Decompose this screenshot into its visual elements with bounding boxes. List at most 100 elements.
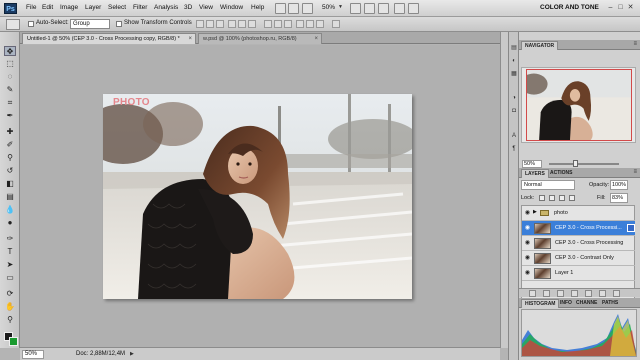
layer-row[interactable]: ◉ CEP 3.0 - Cross Processing <box>522 236 635 251</box>
status-zoom-field[interactable]: 50% <box>22 350 44 359</box>
history-brush-tool-icon[interactable]: ↺ <box>4 166 16 176</box>
tab-paths[interactable]: PATHS <box>599 299 621 308</box>
quick-select-tool-icon[interactable]: ✎ <box>4 85 16 95</box>
distribute-vcenter-icon[interactable] <box>274 20 282 28</box>
layer-mask-icon[interactable] <box>557 290 564 297</box>
show-transform-checkbox[interactable] <box>116 21 122 27</box>
align-left-icon[interactable] <box>228 20 236 28</box>
minimize-button[interactable]: – <box>606 3 615 13</box>
adjustments-panel-icon[interactable]: ◑ <box>510 94 518 103</box>
panel-menu-icon[interactable]: ≡ <box>633 41 637 47</box>
maximize-button[interactable]: □ <box>616 3 625 13</box>
photo-text-layer[interactable]: PHOTO <box>113 97 150 108</box>
distribute-bottom-icon[interactable] <box>284 20 292 28</box>
menu-view[interactable]: View <box>199 4 213 11</box>
navigator-zoom-field[interactable]: 50% <box>522 160 542 168</box>
pen-tool-icon[interactable]: ✑ <box>4 234 16 244</box>
auto-select-dropdown[interactable]: Group <box>70 19 110 29</box>
align-bottom-icon[interactable] <box>216 20 224 28</box>
lock-position-icon[interactable] <box>559 195 565 201</box>
distribute-hcenter-icon[interactable] <box>306 20 314 28</box>
menu-file[interactable]: File <box>26 4 36 11</box>
history-panel-icon[interactable]: ▤ <box>510 44 518 53</box>
panel-menu-icon[interactable]: ≡ <box>633 169 637 175</box>
status-menu-arrow-icon[interactable]: ▶ <box>130 351 134 357</box>
arrange-documents-icon[interactable] <box>394 3 405 14</box>
document-tab-untitled[interactable]: Untitled-1 @ 50% (CEP 3.0 - Cross Proces… <box>22 33 196 44</box>
tab-navigator[interactable]: NAVIGATOR <box>521 41 559 50</box>
type-tool-icon[interactable]: T <box>4 247 16 257</box>
disclosure-triangle-icon[interactable]: ▶ <box>533 209 537 215</box>
menu-edit[interactable]: Edit <box>42 4 53 11</box>
distribute-left-icon[interactable] <box>296 20 304 28</box>
new-layer-icon[interactable] <box>599 290 606 297</box>
align-hcenter-icon[interactable] <box>238 20 246 28</box>
clone-stamp-tool-icon[interactable]: ⚲ <box>4 153 16 163</box>
blend-mode-dropdown[interactable]: Normal <box>521 180 575 190</box>
opacity-field[interactable]: 100% <box>610 180 628 190</box>
move-tool-preset-icon[interactable] <box>6 19 20 30</box>
eye-icon[interactable]: ◉ <box>524 270 531 276</box>
gradient-tool-icon[interactable]: ▤ <box>4 192 16 202</box>
path-selection-tool-icon[interactable]: ➤ <box>4 260 16 270</box>
adjustment-layer-icon[interactable] <box>571 290 578 297</box>
canvas-scrollbar[interactable] <box>500 32 508 348</box>
close-icon[interactable]: × <box>314 34 318 45</box>
tab-layers[interactable]: LAYERS <box>521 169 549 178</box>
swatches-panel-icon[interactable]: ▦ <box>510 70 518 79</box>
view-extras-icon[interactable] <box>302 3 313 14</box>
blur-tool-icon[interactable]: 💧 <box>4 205 16 215</box>
navigator-zoom-slider[interactable] <box>549 163 619 165</box>
paragraph-panel-icon[interactable]: ¶ <box>510 145 518 154</box>
distribute-right-icon[interactable] <box>316 20 324 28</box>
navigator-zoom-knob[interactable] <box>573 160 578 167</box>
eye-icon[interactable]: ◉ <box>524 255 531 261</box>
eye-icon[interactable]: ◉ <box>524 210 531 216</box>
eye-icon[interactable]: ◉ <box>524 240 531 246</box>
photo-document[interactable]: PHOTO <box>103 94 412 299</box>
brush-tool-icon[interactable]: ✐ <box>4 140 16 150</box>
lasso-tool-icon[interactable]: ◌ <box>4 72 16 82</box>
zoom-tool-icon[interactable]: ⚲ <box>4 315 16 325</box>
masks-panel-icon[interactable]: ◘ <box>510 107 518 116</box>
auto-align-icon[interactable] <box>332 20 340 28</box>
layer-row[interactable]: ◉ CEP 3.0 - Contrast Only <box>522 251 635 266</box>
canvas-area[interactable]: PHOTO <box>20 45 500 347</box>
menu-analysis[interactable]: Analysis <box>154 4 178 11</box>
shape-tool-icon[interactable]: ▭ <box>4 273 16 283</box>
close-button[interactable]: ✕ <box>626 3 635 13</box>
trash-icon[interactable] <box>613 290 620 297</box>
move-tool-icon[interactable]: ✥ <box>4 46 16 56</box>
hand-tool-icon[interactable]: ✋ <box>4 302 16 312</box>
zoom-tool-icon[interactable] <box>364 3 375 14</box>
navigator-preview[interactable] <box>521 67 636 143</box>
layer-row-selected[interactable]: ◉ CEP 3.0 - Cross Processi... <box>522 221 635 236</box>
tab-channels[interactable]: CHANNE <box>573 299 600 308</box>
marquee-tool-icon[interactable]: ⬚ <box>4 59 16 69</box>
3d-rotate-tool-icon[interactable]: ⟳ <box>4 289 16 299</box>
menu-image[interactable]: Image <box>60 4 78 11</box>
link-layers-icon[interactable] <box>529 290 536 297</box>
layer-row[interactable]: ◉ Layer 1 <box>522 266 635 281</box>
chevron-down-icon[interactable]: ▼ <box>338 4 343 10</box>
dodge-tool-icon[interactable]: ● <box>4 218 16 228</box>
auto-select-checkbox[interactable] <box>28 21 34 27</box>
screen-mode-icon[interactable] <box>408 3 419 14</box>
bridge-icon[interactable] <box>275 3 286 14</box>
distribute-top-icon[interactable] <box>264 20 272 28</box>
healing-brush-tool-icon[interactable]: ✚ <box>4 127 16 137</box>
menu-3d[interactable]: 3D <box>184 4 192 11</box>
close-icon[interactable]: × <box>188 34 192 45</box>
layer-style-icon[interactable] <box>543 290 550 297</box>
new-group-icon[interactable] <box>585 290 592 297</box>
eraser-tool-icon[interactable]: ◧ <box>4 179 16 189</box>
align-right-icon[interactable] <box>248 20 256 28</box>
mini-bridge-icon[interactable] <box>288 3 299 14</box>
align-vcenter-icon[interactable] <box>206 20 214 28</box>
menu-filter[interactable]: Filter <box>133 4 147 11</box>
eyedropper-tool-icon[interactable]: ✒ <box>4 111 16 121</box>
document-tab-w-psd[interactable]: w.psd @ 100% (photoshop.ru, RGB/8) × <box>198 33 322 44</box>
lock-transparency-icon[interactable] <box>539 195 545 201</box>
tab-actions[interactable]: ACTIONS <box>547 169 576 178</box>
crop-tool-icon[interactable]: ⌗ <box>4 98 16 108</box>
